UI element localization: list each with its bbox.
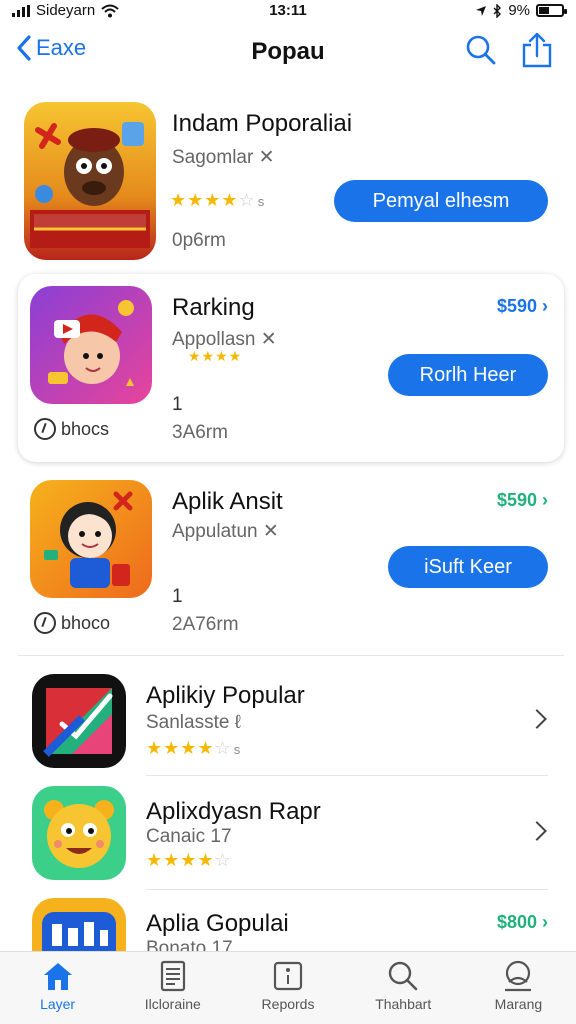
get-button[interactable]: Pemyal elhesm (334, 180, 548, 222)
app-size: 2A76rm (172, 614, 239, 635)
price-link[interactable]: $800 › (497, 912, 548, 933)
tab-label: Repords (261, 996, 315, 1012)
clock-icon (34, 612, 56, 634)
divider (18, 655, 564, 656)
app-icon (30, 286, 152, 404)
battery-percent: 9% (508, 2, 530, 19)
app-icon (32, 674, 126, 768)
share-icon (522, 32, 552, 68)
back-label: Eaxe (36, 35, 87, 60)
location-icon (476, 5, 487, 16)
status-bar: Sideyarn 13:11 9% (0, 0, 576, 22)
battery-icon (536, 4, 567, 17)
rating-stars: ★★★★ (188, 348, 243, 364)
rating-stars: ★★★★☆ s (170, 190, 266, 210)
app-title: Aplia Gopulai (146, 910, 289, 937)
rating-stars: ★★★★☆ (146, 850, 232, 870)
divider (146, 889, 548, 890)
tab-marang[interactable]: Marang (461, 952, 576, 1024)
tab-bar: Layer Ilcloraine Repords Thahbart Marang (0, 951, 576, 1024)
app-title: Aplikiy Popular (146, 682, 305, 709)
home-icon (43, 963, 72, 990)
search-icon (389, 961, 418, 991)
app-subtitle: Sagomlar ✕ (172, 147, 275, 168)
tab-repords[interactable]: Repords (230, 952, 345, 1024)
app-icon (32, 898, 126, 952)
tab-label: Thahbart (375, 996, 432, 1012)
developer-badge: bhoco (34, 612, 110, 634)
search-icon (466, 35, 496, 65)
app-size: 3A6rm (172, 422, 228, 443)
app-icon (30, 480, 152, 598)
list-item[interactable]: Aplikiy Popular Sanlasste ℓ ★★★★☆ s (18, 664, 564, 776)
app-size: 0p6rm (172, 230, 226, 251)
app-count: 1 (172, 586, 183, 607)
tab-label: Layer (40, 996, 76, 1012)
app-count: 1 (172, 394, 183, 415)
app-subtitle: Appulatun ✕ (172, 521, 279, 542)
chevron-right-icon[interactable] (527, 821, 547, 841)
rating-stars: ★★★★☆ s (146, 738, 242, 758)
document-icon (160, 960, 185, 992)
share-button[interactable] (520, 32, 554, 68)
divider (146, 775, 548, 776)
app-subtitle: Sanlasste ℓ (146, 712, 241, 733)
list-item[interactable]: bhoco Aplik Ansit Appulatun ✕ 1 2A76rm $… (18, 470, 564, 656)
tab-thahbart[interactable]: Thahbart (346, 952, 461, 1024)
list-item[interactable]: bhocs Rarking Appollasn ✕ ★★★★ 1 3A6rm $… (18, 274, 564, 462)
app-subtitle: Canaic 17 (146, 826, 232, 847)
tab-label: Marang (494, 996, 543, 1012)
app-title: Rarking (172, 294, 255, 321)
price-link[interactable]: $590 › (497, 490, 548, 511)
app-title: Indam Poporaliai (172, 110, 353, 137)
list-item[interactable]: Aplixdyasn Rapr Canaic 17 ★★★★☆ (18, 778, 564, 890)
price-link[interactable]: $590 › (497, 296, 548, 317)
list-item[interactable]: Indam Poporaliai Sagomlar ✕ ★★★★☆ s 0p6rm… (18, 92, 564, 270)
report-icon (273, 961, 303, 991)
app-icon (32, 786, 126, 880)
chevron-left-icon (17, 35, 31, 61)
navigation-bar: Eaxe Popau (0, 28, 576, 78)
get-button[interactable]: Rorlh Heer (388, 354, 548, 396)
tab-layer[interactable]: Layer (0, 952, 115, 1024)
search-button[interactable] (464, 32, 498, 68)
get-button[interactable]: iSuft Keer (388, 546, 548, 588)
app-icon (24, 102, 156, 260)
app-title: Aplik Ansit (172, 488, 283, 515)
app-subtitle: Bonato 17 (146, 938, 233, 952)
tab-label: Ilcloraine (144, 996, 201, 1012)
tab-ilcloraine[interactable]: Ilcloraine (115, 952, 230, 1024)
back-button[interactable]: Eaxe (16, 34, 86, 62)
profile-icon (505, 960, 532, 992)
list-item[interactable]: Aplia Gopulai Bonato 17 $800 › (18, 892, 564, 952)
bluetooth-icon (493, 3, 502, 18)
app-title: Aplixdyasn Rapr (146, 798, 321, 825)
chevron-right-icon[interactable] (527, 709, 547, 729)
developer-badge: bhocs (34, 418, 109, 440)
clock-icon (34, 418, 56, 440)
